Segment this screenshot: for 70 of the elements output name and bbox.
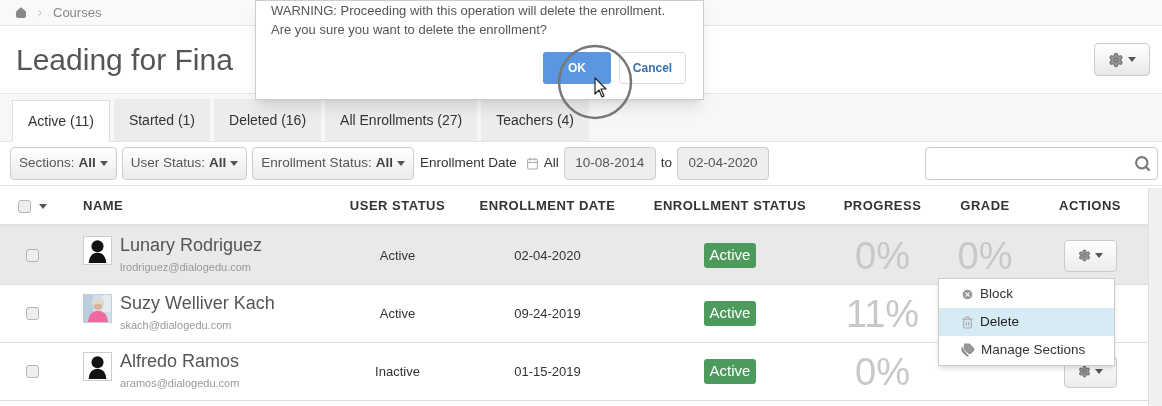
- search-icon[interactable]: [1134, 155, 1151, 172]
- checkbox[interactable]: [26, 249, 39, 262]
- trash-icon: [961, 315, 974, 329]
- dialog-message: Are you sure you want to delete the enrollment?: [271, 21, 549, 39]
- gear-icon: [1077, 365, 1091, 378]
- settings-dropdown-button[interactable]: [1094, 43, 1150, 76]
- calendar-icon[interactable]: [525, 157, 539, 170]
- user-status: Active: [378, 304, 417, 323]
- avatar-icon: [83, 351, 112, 381]
- student-name[interactable]: Lunary Rodriguez: [120, 231, 263, 259]
- menu-item[interactable]: Manage Sections: [939, 336, 1114, 364]
- column-header: NAME: [82, 197, 125, 216]
- student-email: skach@dialogedu.com: [120, 317, 233, 333]
- tab[interactable]: Teachers (4): [481, 99, 590, 141]
- tab[interactable]: All Enrollments (27): [325, 99, 478, 141]
- filter-dropdown[interactable]: User Status: All: [121, 147, 248, 180]
- student-name[interactable]: Suzy Welliver Kach: [120, 289, 275, 317]
- gear-icon: [1077, 249, 1091, 262]
- student-name[interactable]: Alfredo Ramos: [120, 347, 240, 375]
- student-email: lrodriguez@dialogedu.com: [120, 259, 253, 275]
- page-title: Leading for Fina: [16, 44, 233, 75]
- checkbox[interactable]: [26, 365, 39, 378]
- column-header: USER STATUS: [348, 197, 447, 216]
- tab[interactable]: Started (1): [113, 99, 210, 141]
- select-caret-icon: [39, 203, 47, 209]
- cancel-button[interactable]: Cancel: [619, 52, 686, 84]
- search-field[interactable]: [925, 147, 1158, 180]
- enrollment-date: 09-24-2019: [513, 304, 582, 323]
- caret-icon: [1128, 57, 1136, 62]
- status-badge: Active: [703, 243, 757, 268]
- caret-icon: [1094, 253, 1103, 258]
- avatar-icon: [83, 235, 112, 265]
- column-header: ENROLLMENT STATUS: [652, 197, 808, 216]
- start-date-field[interactable]: 10-08-2014: [563, 147, 656, 180]
- menu-item[interactable]: Delete: [939, 308, 1114, 336]
- end-date-field[interactable]: 02-04-2020: [677, 147, 769, 180]
- user-status: Inactive: [374, 362, 421, 381]
- column-header: ENROLLMENT DATE: [478, 197, 617, 216]
- status-badge: Active: [703, 359, 757, 384]
- actions-dropdown-button[interactable]: [1063, 239, 1117, 272]
- caret-icon: [230, 161, 239, 166]
- column-header: ACTIONS: [1058, 197, 1122, 216]
- tab[interactable]: Deleted (16): [214, 99, 322, 141]
- chevron-icon: [35, 7, 45, 18]
- scrollbar[interactable]: [1148, 188, 1162, 406]
- tab[interactable]: Active (11): [12, 100, 110, 142]
- breadcrumb-link[interactable]: Courses: [53, 2, 102, 23]
- tags-icon: [961, 343, 975, 357]
- enrollment-date: 01-15-2019: [513, 362, 582, 381]
- column-header: GRADE: [959, 197, 1011, 216]
- dialog-message: WARNING: Proceeding with this operation will delete the enrollment.: [271, 2, 667, 20]
- checkbox[interactable]: [26, 307, 39, 320]
- filter-dropdown[interactable]: Enrollment Status: All: [252, 147, 414, 180]
- menu-item[interactable]: Block: [939, 280, 1114, 308]
- date-filter-label: Enrollment Date: [419, 154, 517, 173]
- to-label: to: [660, 154, 672, 173]
- user-status: Active: [378, 246, 417, 265]
- block-icon: [961, 287, 974, 301]
- caret-icon: [99, 161, 108, 166]
- column-header: PROGRESS: [842, 197, 923, 216]
- student-email: aramos@dialogedu.com: [120, 375, 240, 391]
- caret-icon: [396, 161, 405, 166]
- all-dates-label: All: [543, 154, 559, 173]
- gear-icon: [1108, 51, 1124, 68]
- checkbox[interactable]: [18, 199, 31, 213]
- enrollment-date: 02-04-2020: [513, 246, 582, 265]
- home-icon[interactable]: [15, 6, 27, 19]
- filter-dropdown[interactable]: Sections: All: [10, 147, 117, 180]
- caret-icon: [1094, 369, 1103, 374]
- status-badge: Active: [703, 301, 757, 326]
